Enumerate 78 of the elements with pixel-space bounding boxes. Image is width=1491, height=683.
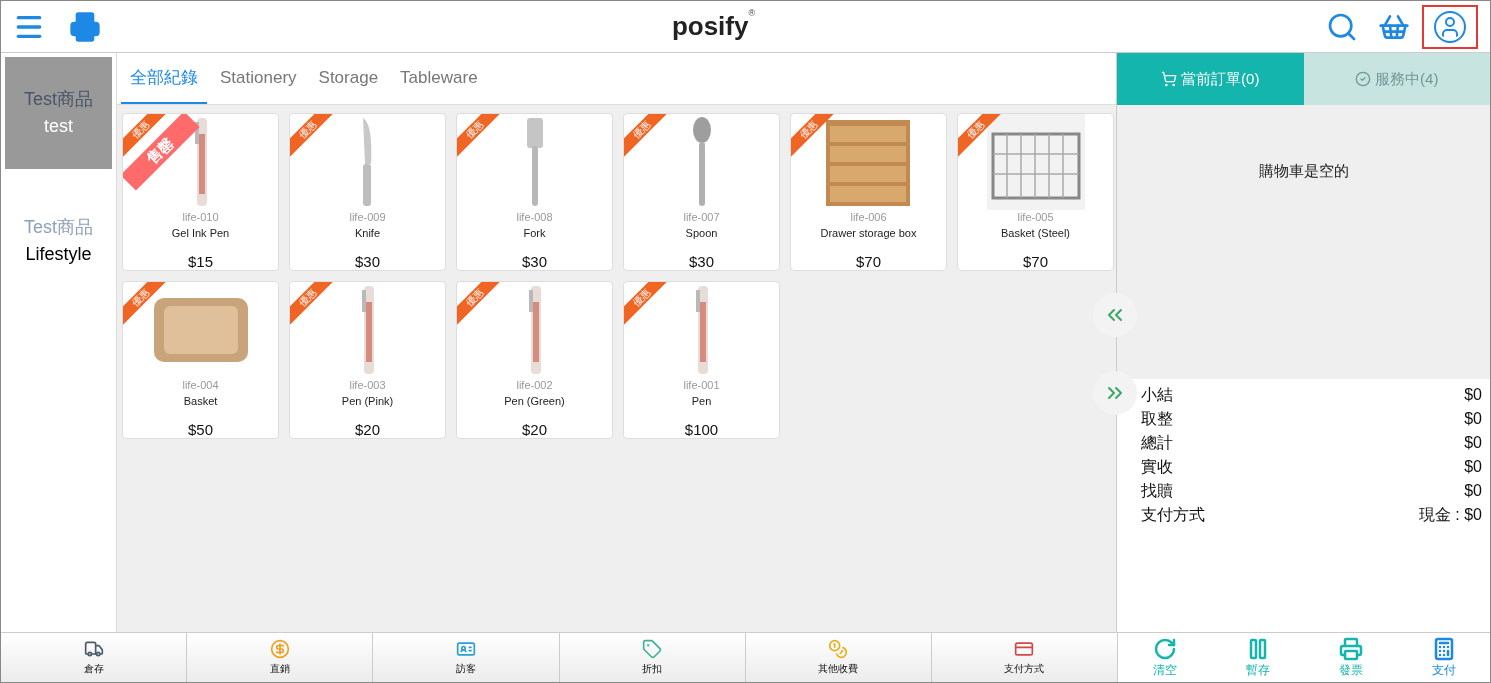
summary-label: 找贖 [1141, 481, 1173, 501]
product-price: $30 [522, 252, 547, 270]
product-card[interactable]: life-008 Fork $30 優惠 [456, 113, 613, 271]
summary-label: 取整 [1141, 409, 1173, 429]
dollar-coin-icon [269, 639, 290, 659]
truck-icon [83, 639, 104, 659]
product-name: Pen [691, 394, 712, 409]
coins-icon [828, 639, 849, 659]
product-card[interactable]: life-010 Gel Ink Pen $15 優惠 售罄 [122, 113, 279, 271]
toolbar-button[interactable]: 支付方式 [931, 633, 1119, 682]
product-card[interactable]: life-003 Pen (Pink) $20 優惠 [289, 281, 446, 439]
printer-icon [1338, 636, 1363, 661]
summary-value: $0 [1464, 385, 1482, 405]
product-card[interactable]: life-007 Spoon $30 優惠 [623, 113, 780, 271]
summary-label: 支付方式 [1141, 505, 1205, 525]
printer-icon[interactable] [69, 10, 101, 43]
product-code: life-007 [683, 210, 720, 224]
product-card[interactable]: life-005 Basket (Steel) $70 優惠 [957, 113, 1114, 271]
summary-value: $0 [1464, 481, 1482, 501]
summary-label: 實收 [1141, 457, 1173, 477]
check-circle-icon [1355, 71, 1372, 87]
category-tab[interactable]: Storage [309, 64, 388, 104]
product-code: life-005 [1017, 210, 1054, 224]
id-card-icon [455, 639, 476, 659]
product-name: Spoon [685, 226, 718, 241]
product-code: life-009 [349, 210, 386, 224]
product-code: life-001 [683, 378, 720, 392]
refresh-icon [1152, 636, 1177, 661]
product-code: life-003 [349, 378, 386, 392]
product-name: Gel Ink Pen [171, 226, 230, 241]
product-code: life-004 [182, 378, 219, 392]
category-tab[interactable]: Tableware [391, 64, 487, 104]
summary-label: 總計 [1141, 433, 1173, 453]
product-price: $30 [689, 252, 714, 270]
category-tab[interactable]: 全部紀錄 [121, 64, 207, 104]
product-price: $70 [856, 252, 881, 270]
product-price: $30 [355, 252, 380, 270]
summary-value: $0 [1464, 433, 1482, 453]
cart-icon [1161, 71, 1178, 87]
product-card[interactable]: life-006 Drawer storage box $70 優惠 [790, 113, 947, 271]
product-name: Basket (Steel) [1000, 226, 1071, 241]
product-card[interactable]: life-004 Basket $50 優惠 [122, 281, 279, 439]
product-code: life-010 [182, 210, 219, 224]
toolbar-button[interactable]: 倉存 [1, 633, 188, 682]
product-card[interactable]: life-009 Knife $30 優惠 [289, 113, 446, 271]
product-name: Knife [354, 226, 381, 241]
credit-card-icon [1014, 639, 1035, 659]
toolbar-button[interactable]: 折扣 [559, 633, 746, 682]
product-code: life-002 [516, 378, 553, 392]
product-card[interactable]: life-002 Pen (Green) $20 優惠 [456, 281, 613, 439]
product-name: Pen (Green) [504, 394, 565, 409]
product-name: Drawer storage box [820, 226, 917, 241]
user-button[interactable] [1422, 4, 1478, 49]
product-price: $15 [188, 252, 213, 270]
toolbar-button[interactable]: 直銷 [187, 633, 374, 682]
registered-mark: ® [748, 7, 756, 20]
product-price: $50 [188, 420, 213, 438]
empty-cart-message: 購物車是空的 [1258, 161, 1349, 181]
summary-label: 小結 [1141, 385, 1173, 405]
product-price: $100 [684, 420, 719, 438]
action-button[interactable]: 支付 [1397, 633, 1490, 682]
summary-value: $0 [1464, 409, 1482, 429]
summary-value: $0 [1464, 457, 1482, 477]
product-code: life-008 [516, 210, 553, 224]
product-name: Pen (Pink) [341, 394, 394, 409]
product-card[interactable]: life-001 Pen $100 優惠 [623, 281, 780, 439]
product-code: life-006 [850, 210, 887, 224]
toolbar-button[interactable]: 其他收費 [745, 633, 932, 682]
toolbar-button[interactable]: 訪客 [373, 633, 560, 682]
product-price: $20 [522, 420, 547, 438]
summary-value: 現金 : $0 [1418, 505, 1482, 525]
product-price: $70 [1023, 252, 1048, 270]
category-tab[interactable]: Stationery [211, 64, 306, 104]
tag-icon [642, 639, 663, 659]
product-name: Basket [183, 394, 218, 409]
product-price: $20 [355, 420, 380, 438]
product-name: Fork [523, 226, 546, 241]
logo: posify [671, 11, 749, 43]
